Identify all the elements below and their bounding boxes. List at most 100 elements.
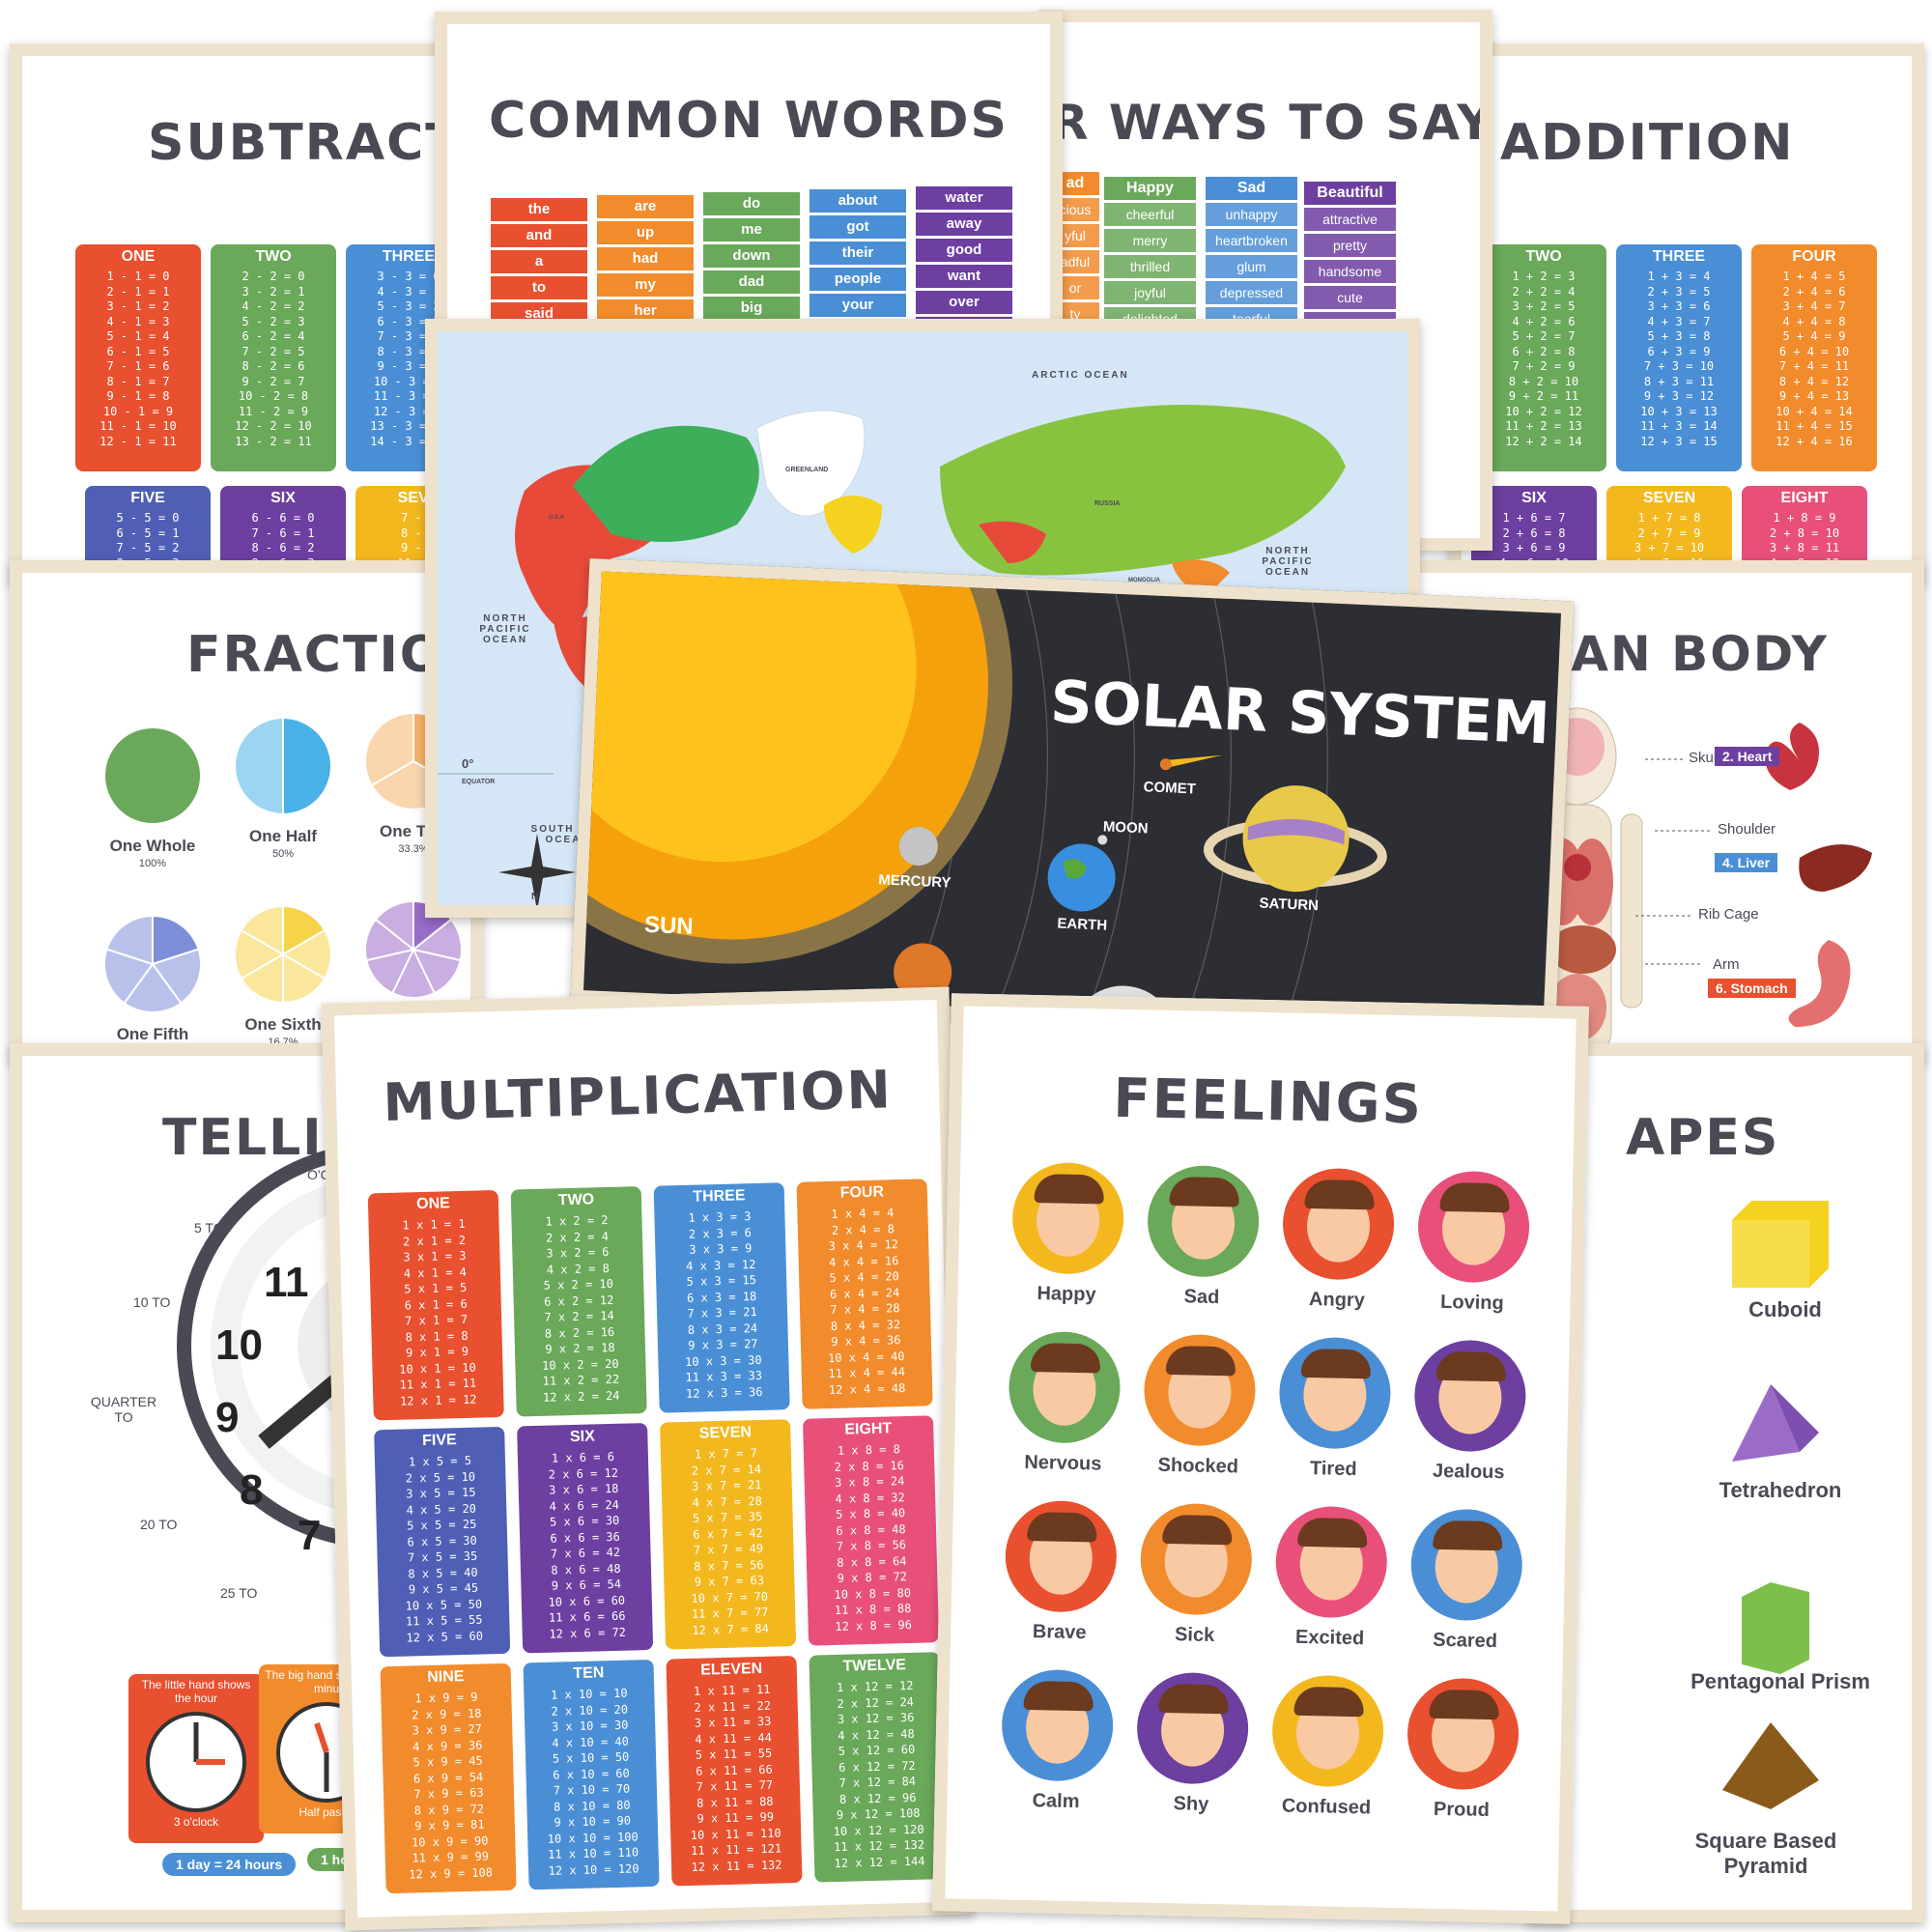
equation-row: 5 - 5 = 0 xyxy=(116,511,180,525)
equation-row: 4 - 2 = 2 xyxy=(242,299,305,313)
addition-card: TWO 1 + 2 = 32 + 2 = 43 + 2 = 54 + 2 = 65… xyxy=(1481,244,1606,471)
equation-row: 9 + 2 = 11 xyxy=(1508,389,1579,403)
equation-row: 12 x 11 = 132 xyxy=(691,1857,782,1874)
card-header: TEN xyxy=(573,1664,605,1683)
card-header: THREE xyxy=(693,1187,746,1206)
word-cell: the xyxy=(491,198,587,221)
card-text: The little hand shows the hour xyxy=(141,1678,251,1705)
moon xyxy=(1097,835,1108,845)
word-cell: people xyxy=(810,268,906,291)
multiplication-card: FIVE 1 x 5 = 52 x 5 = 10 3 x 5 = 15 4 x 5 =… xyxy=(374,1426,511,1658)
equation-row: 12 x 10 = 120 xyxy=(548,1861,639,1878)
feeling-label: Nervous xyxy=(1024,1451,1102,1475)
label-5-to: 5 TO xyxy=(194,1220,224,1236)
square-pyramid-shape xyxy=(1722,1722,1819,1809)
label-20-to: 20 TO xyxy=(140,1517,178,1532)
comet xyxy=(1159,754,1223,771)
multiplication-card: ONE 1 x 1 = 12 x 1 = 23 x 1 = 34 x 1 = 45… xyxy=(367,1189,504,1421)
feeling-label: Scared xyxy=(1433,1629,1498,1653)
equation-row: 1 - 1 = 0 xyxy=(106,270,170,283)
equation-row: 12 + 2 = 14 xyxy=(1505,434,1582,448)
feeling-label: Shocked xyxy=(1157,1454,1239,1478)
feeling-label: Shy xyxy=(1173,1793,1209,1815)
label-tetrahedron: Tetrahedron xyxy=(1719,1478,1842,1502)
word-cell: big xyxy=(703,297,800,320)
hour-11: 11 xyxy=(264,1259,309,1306)
feeling-label: Sad xyxy=(1183,1286,1220,1309)
word-cell: water xyxy=(916,186,1012,210)
feeling-label: Angry xyxy=(1308,1289,1366,1312)
synonym-cell: depressed xyxy=(1206,281,1297,304)
multiplication-card: THREE 1 x 3 = 32 x 3 = 63 x 3 = 94 x 3 = … xyxy=(653,1182,790,1413)
face-hair xyxy=(1158,1683,1230,1715)
equation-row: 2 + 7 = 9 xyxy=(1637,526,1701,540)
word-cell: about xyxy=(810,189,906,213)
equation-row: 2 + 8 = 10 xyxy=(1769,526,1840,540)
equation-row: 11 + 4 = 15 xyxy=(1776,419,1853,433)
equation-row: 3 + 7 = 10 xyxy=(1634,541,1705,554)
addition-poster: ADDITION TWO 1 + 2 = 32 + 2 = 43 + 2 = 54… xyxy=(1449,43,1924,584)
word-cell: their xyxy=(810,242,906,265)
hour-7: 7 xyxy=(298,1512,322,1559)
equation-row: 2 - 2 = 0 xyxy=(242,270,305,283)
card-header: TWO xyxy=(1525,248,1562,265)
equation-row: 1 + 7 = 8 xyxy=(1637,511,1701,525)
label-rib-cage: Rib Cage xyxy=(1698,906,1759,923)
fraction-circle xyxy=(234,904,332,1005)
multiplication-card: ELEVEN 1 x 11 = 11 2 x 11 = 22 3 x 11 = 33 4… xyxy=(666,1656,803,1887)
label-saturn: SATURN xyxy=(1259,895,1320,915)
feeling-label: Confused xyxy=(1281,1795,1372,1819)
equation-row: 12 x 1 = 12 xyxy=(399,1392,477,1408)
card-header: EIGHT xyxy=(1780,490,1829,506)
label-quarter-to: QUARTER TO xyxy=(90,1394,157,1425)
poster-title: SUBTRACTI xyxy=(148,114,483,172)
multiplication-card: NINE 1 x 9 = 92 x 9 = 18 3 x 9 = 27 4 x 9 =… xyxy=(380,1662,517,1894)
label-greenland: GREENLAND xyxy=(785,467,829,473)
synonym-cell: glum xyxy=(1206,255,1297,278)
label-mercury: MERCURY xyxy=(877,871,952,892)
synonym-column: Happycheerfulmerrythrilledjoyfuldelighte… xyxy=(1104,177,1196,333)
card-header: NINE xyxy=(427,1668,465,1687)
stomach-organ xyxy=(1788,940,1851,1027)
equation-row: 3 + 8 = 11 xyxy=(1769,541,1840,554)
equation-row: 12 - 2 = 10 xyxy=(235,419,312,433)
synonym-cell: cheerful xyxy=(1104,203,1196,226)
equation-row: 6 + 3 = 9 xyxy=(1647,344,1711,358)
synonym-header: Happy xyxy=(1104,177,1196,200)
fraction-percent: 100% xyxy=(139,858,166,869)
equation-row: 12 x 9 = 108 xyxy=(409,1864,494,1882)
label-earth: EARTH xyxy=(1057,915,1108,934)
equation-row: 7 - 1 = 6 xyxy=(106,359,170,373)
addition-card: THREE 1 + 3 = 42 + 3 = 53 + 3 = 64 + 3 = … xyxy=(1616,244,1742,471)
synonym-cell: heartbroken xyxy=(1206,229,1297,252)
label-russia: RUSSIA xyxy=(1094,500,1121,507)
poster-title: FEELINGS xyxy=(1112,1066,1424,1137)
equation-row: 12 + 3 = 15 xyxy=(1640,434,1718,448)
face-hair xyxy=(1030,1342,1101,1374)
fraction-circle xyxy=(234,716,332,816)
subtraction-card: TWO 2 - 2 = 03 - 2 = 14 - 2 = 25 - 2 = 36… xyxy=(211,244,336,471)
synonym-header: Beautiful xyxy=(1304,182,1396,205)
feeling-label: Tired xyxy=(1309,1458,1357,1481)
equation-row: 7 - 5 = 2 xyxy=(116,541,180,554)
feeling-label: Sick xyxy=(1174,1624,1215,1647)
label-cuboid: Cuboid xyxy=(1748,1297,1822,1321)
label-square-based-pyramid: Square Based Pyramid xyxy=(1694,1829,1837,1878)
equation-row: 12 x 3 = 36 xyxy=(685,1384,763,1401)
fraction-circle xyxy=(103,726,203,825)
label-north-pacific-ocean-right: NORTH PACIFIC OCEAN xyxy=(1262,546,1314,578)
card-header: TWELVE xyxy=(842,1657,907,1675)
feeling-label: Proud xyxy=(1433,1798,1491,1822)
synonym-header: Sad xyxy=(1206,177,1297,200)
fraction-slice xyxy=(282,716,332,816)
equation-row: 12 x 4 = 48 xyxy=(828,1380,906,1397)
fraction-label: One Fifth xyxy=(117,1025,189,1043)
face-hair xyxy=(1027,1511,1097,1543)
card-header: EIGHT xyxy=(844,1420,893,1438)
equation-row: 12 x 7 = 84 xyxy=(692,1621,770,1637)
equation-row: 11 + 3 = 14 xyxy=(1640,419,1718,433)
solar-system-poster: SOLAR SYSTEM SUN MERCURY COMET MOON EART… xyxy=(570,557,1575,1046)
card-header: FIVE xyxy=(130,490,165,506)
label-10-to: 10 TO xyxy=(133,1294,171,1310)
face-hair xyxy=(1162,1514,1233,1546)
